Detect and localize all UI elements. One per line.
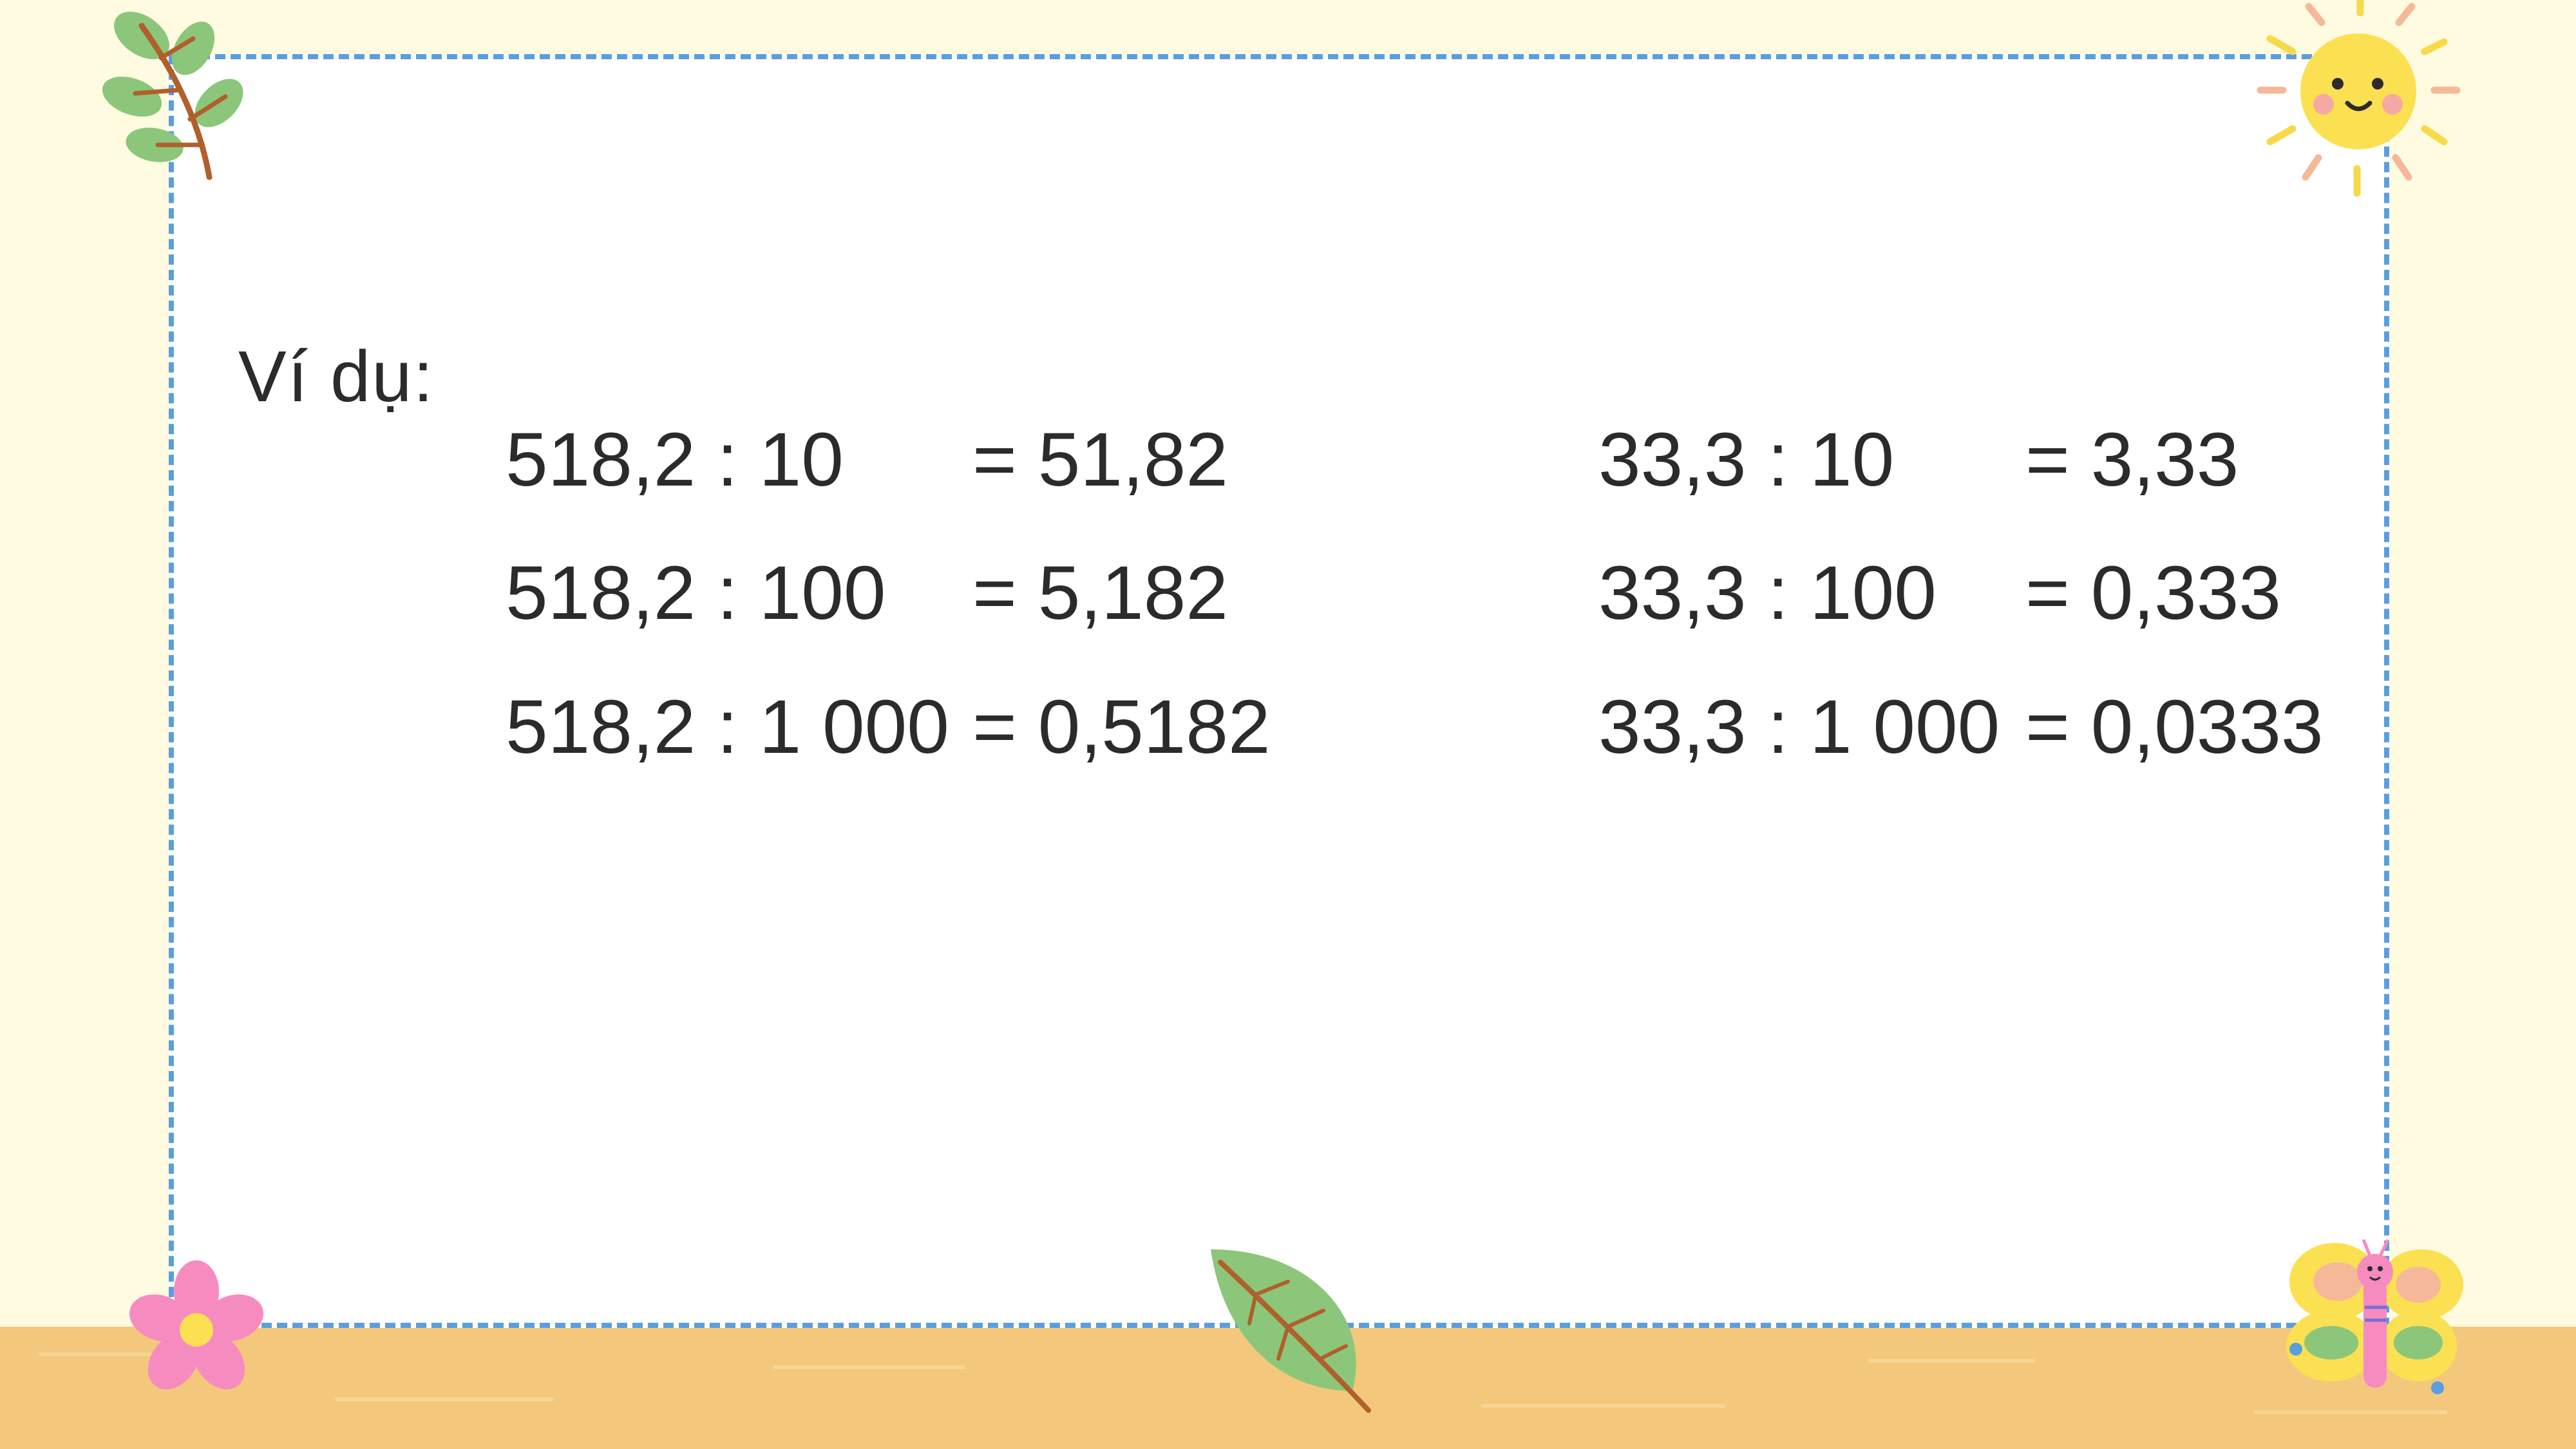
equation-expression: 33,3 : 10 (1598, 417, 1895, 502)
equation-result: = 3,33 (2025, 417, 2239, 502)
ground-stripe (773, 1365, 966, 1369)
leaf-icon (1211, 1249, 1371, 1413)
branch-icon (102, 12, 243, 180)
equation-expression: 33,3 : 1 000 (1598, 685, 2000, 770)
equation-result: = 0,0333 (2025, 685, 2324, 770)
equation-result: = 0,333 (2025, 551, 2281, 636)
equation-expression: 33,3 : 100 (1598, 551, 1937, 636)
flower-icon (129, 1260, 263, 1390)
equation-result: = 0,5182 (972, 685, 1271, 770)
sun-icon (2257, 0, 2461, 197)
example-label: Ví dụ: (238, 336, 435, 417)
ground-stripe (1481, 1404, 1726, 1408)
equation-expression: 518,2 : 10 (506, 417, 844, 502)
equation-result: = 5,182 (972, 551, 1228, 636)
ground-stripe (335, 1397, 554, 1401)
equation-expression: 518,2 : 100 (506, 551, 886, 636)
butterfly-icon (2286, 1238, 2463, 1394)
equation-expression: 518,2 : 1 000 (506, 685, 949, 770)
equation-result: = 51,82 (972, 417, 1228, 502)
ground-stripe (1868, 1359, 2035, 1363)
